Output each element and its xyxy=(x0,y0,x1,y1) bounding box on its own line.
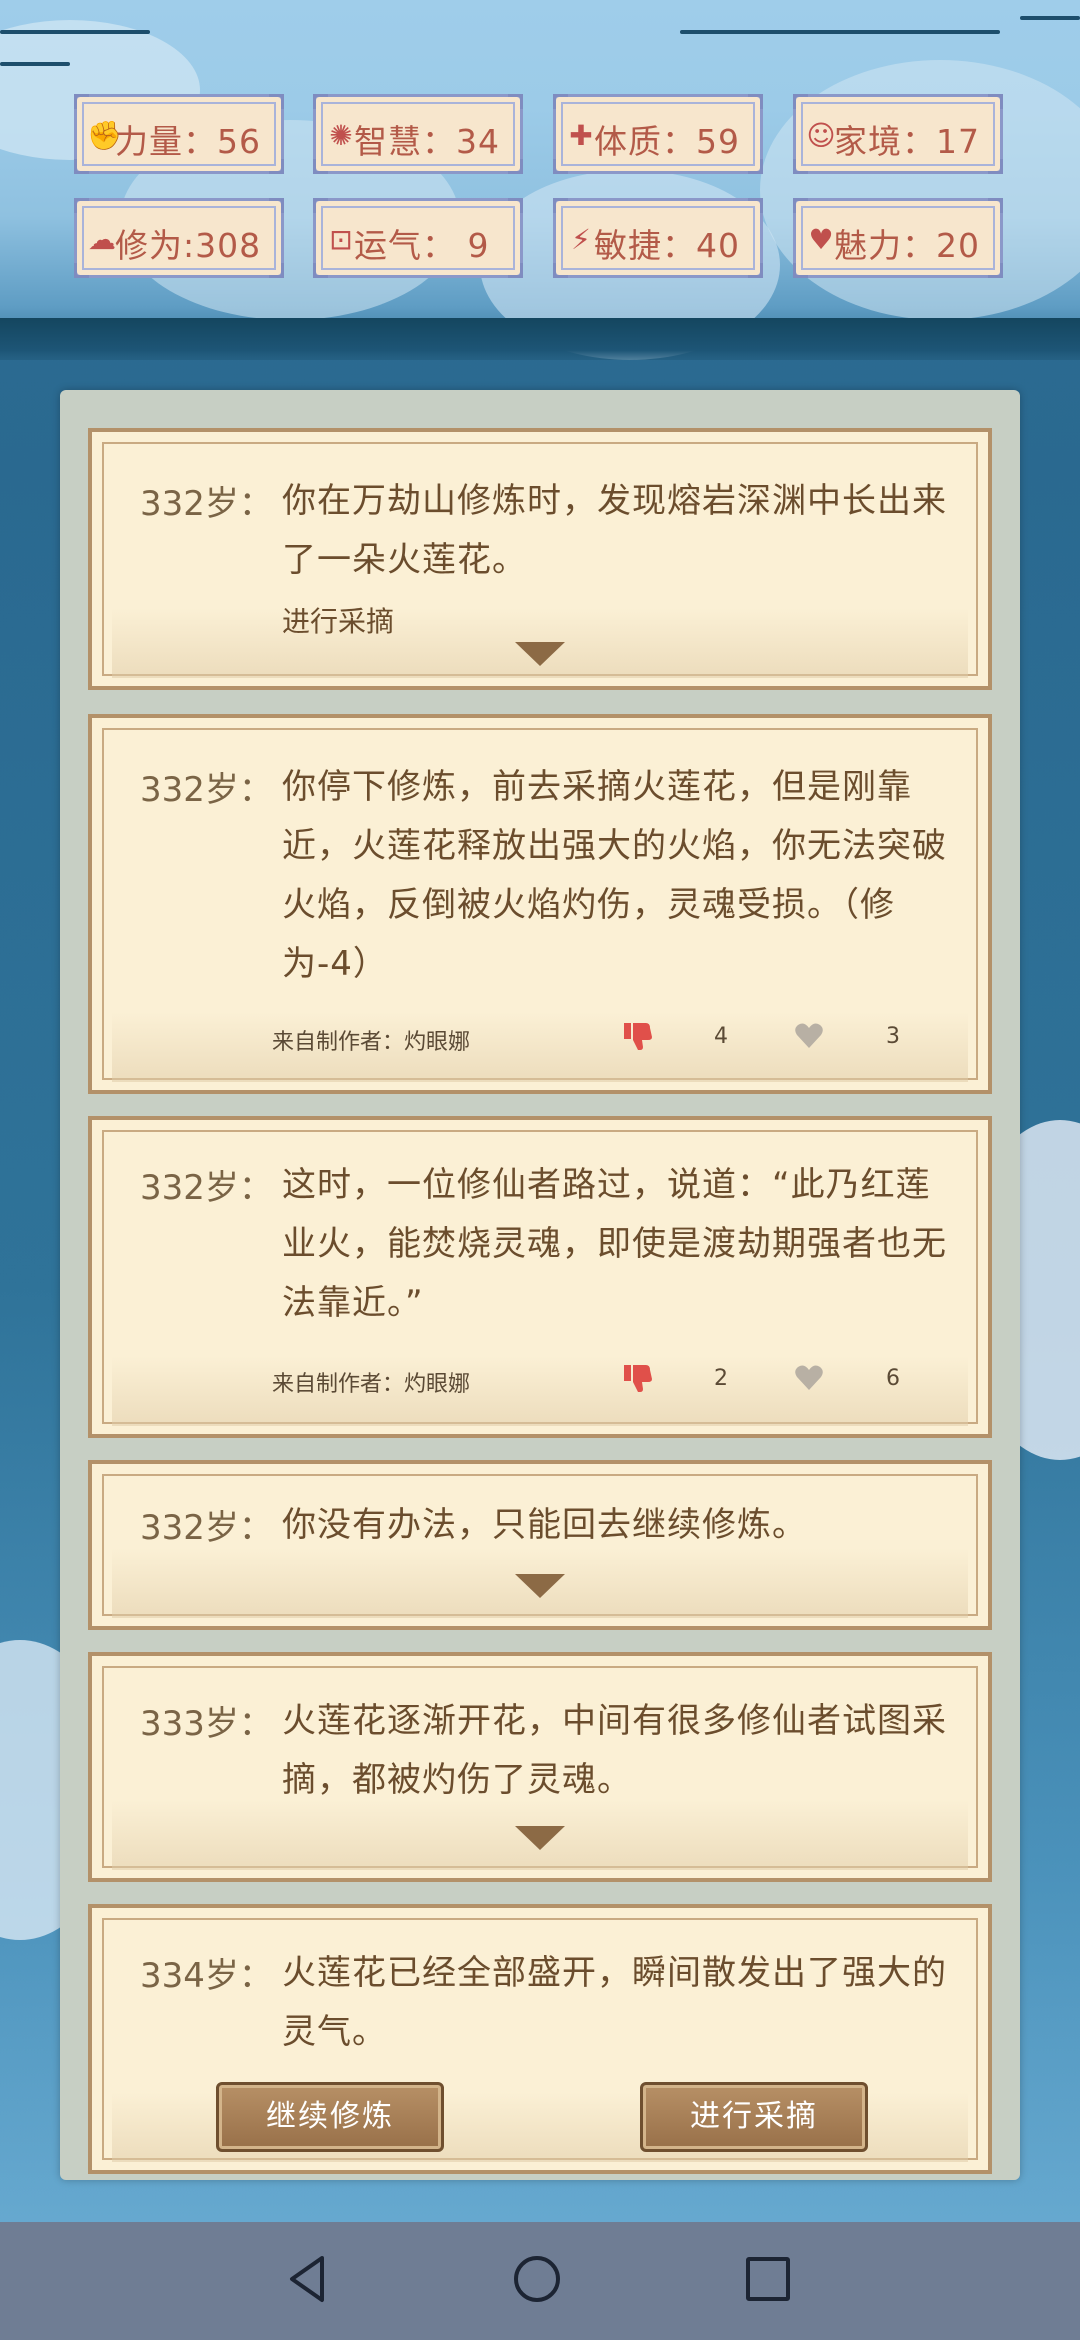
stat-strength: ✊ 力量：56 xyxy=(74,94,284,174)
system-navigation-bar xyxy=(0,2222,1080,2340)
stat-cultivation: ☁ 修为:308 xyxy=(74,198,284,278)
like-heart-icon[interactable] xyxy=(794,1364,824,1392)
cultivation-icon: ☁ xyxy=(88,223,116,256)
event-card[interactable]: 334岁： 火莲花已经全部盛开，瞬间散发出了强大的灵气。 继续修炼 进行采摘 xyxy=(88,1904,992,2174)
author-credit: 来自制作者：灼眼娜 xyxy=(272,1030,471,1055)
event-text: 你在万劫山修炼时，发现熔岩深渊中长出来了一朵火莲花。 xyxy=(282,481,947,580)
stat-label: 魅力：20 xyxy=(834,226,980,265)
like-count: 6 xyxy=(886,1366,900,1391)
back-icon[interactable] xyxy=(286,2254,328,2304)
stat-label: 家境：17 xyxy=(834,122,980,161)
stat-label: 运气： 9 xyxy=(354,226,490,265)
event-card[interactable]: 332岁： 你没有办法，只能回去继续修炼。 xyxy=(88,1460,992,1630)
constitution-icon: ✚ xyxy=(569,119,593,152)
family-icon: ☺ xyxy=(806,119,836,152)
event-age: 332岁： xyxy=(140,484,273,524)
author-credit: 来自制作者：灼眼娜 xyxy=(272,1372,471,1397)
strength-icon: ✊ xyxy=(87,119,122,152)
expand-arrow-icon[interactable] xyxy=(515,1826,565,1850)
dislike-icon[interactable] xyxy=(622,1020,654,1052)
event-choice-text: 进行采摘 xyxy=(282,605,395,638)
stat-wisdom: ✺ 智慧：34 xyxy=(313,94,523,174)
luck-icon: ⊡ xyxy=(329,223,353,256)
event-age: 332岁： xyxy=(140,1168,273,1208)
event-text: 这时，一位修仙者路过，说道：“此乃红莲业火，能焚烧灵魂，即使是渡劫期强者也无法靠… xyxy=(282,1165,947,1323)
dislike-count: 4 xyxy=(714,1024,728,1049)
bulb-icon: ✺ xyxy=(329,119,353,152)
event-text: 火莲花逐渐开花，中间有很多修仙者试图采摘，都被灼伤了灵魂。 xyxy=(282,1701,947,1800)
pick-lotus-button[interactable]: 进行采摘 xyxy=(640,2082,868,2152)
event-age: 333岁： xyxy=(140,1704,273,1744)
stat-charm: ♥ 魅力：20 xyxy=(793,198,1003,278)
sky-background xyxy=(0,0,1080,360)
expand-arrow-icon[interactable] xyxy=(515,642,565,666)
event-card[interactable]: 332岁： 这时，一位修仙者路过，说道：“此乃红莲业火，能焚烧灵魂，即使是渡劫期… xyxy=(88,1116,992,1438)
continue-cultivate-button[interactable]: 继续修炼 xyxy=(216,2082,444,2152)
stat-constitution: ✚ 体质：59 xyxy=(553,94,763,174)
heart-icon: ♥ xyxy=(808,223,834,256)
like-heart-icon[interactable] xyxy=(794,1022,824,1050)
event-text: 火莲花已经全部盛开，瞬间散发出了强大的灵气。 xyxy=(282,1953,947,2052)
like-count: 3 xyxy=(886,1024,900,1049)
dislike-count: 2 xyxy=(714,1366,728,1391)
event-card[interactable]: 333岁： 火莲花逐渐开花，中间有很多修仙者试图采摘，都被灼伤了灵魂。 xyxy=(88,1652,992,1882)
stat-label: 敏捷：40 xyxy=(594,226,740,265)
stat-label: 力量：56 xyxy=(115,122,261,161)
event-age: 332岁： xyxy=(140,1508,273,1548)
stat-agility: ⚡ 敏捷：40 xyxy=(553,198,763,278)
event-age: 332岁： xyxy=(140,770,273,810)
event-card[interactable]: 332岁： 你停下修炼，前去采摘火莲花，但是刚靠近，火莲花释放出强大的火焰，你无… xyxy=(88,714,992,1094)
event-age: 334岁： xyxy=(140,1956,273,1996)
expand-arrow-icon[interactable] xyxy=(515,1574,565,1598)
stat-family: ☺ 家境：17 xyxy=(793,94,1003,174)
dislike-icon[interactable] xyxy=(622,1362,654,1394)
event-text: 你没有办法，只能回去继续修炼。 xyxy=(282,1505,807,1545)
home-icon[interactable] xyxy=(514,2256,560,2302)
stat-label: 体质：59 xyxy=(594,122,740,161)
stat-label: 修为:308 xyxy=(115,226,262,265)
recent-apps-icon[interactable] xyxy=(746,2257,790,2301)
event-card[interactable]: 332岁： 你在万劫山修炼时，发现熔岩深渊中长出来了一朵火莲花。 进行采摘 xyxy=(88,428,992,690)
stat-luck: ⊡ 运气： 9 xyxy=(313,198,523,278)
lightning-icon: ⚡ xyxy=(571,223,591,256)
event-text: 你停下修炼，前去采摘火莲花，但是刚靠近，火莲花释放出强大的火焰，你无法突破火焰，… xyxy=(282,767,947,984)
stat-label: 智慧：34 xyxy=(354,122,500,161)
